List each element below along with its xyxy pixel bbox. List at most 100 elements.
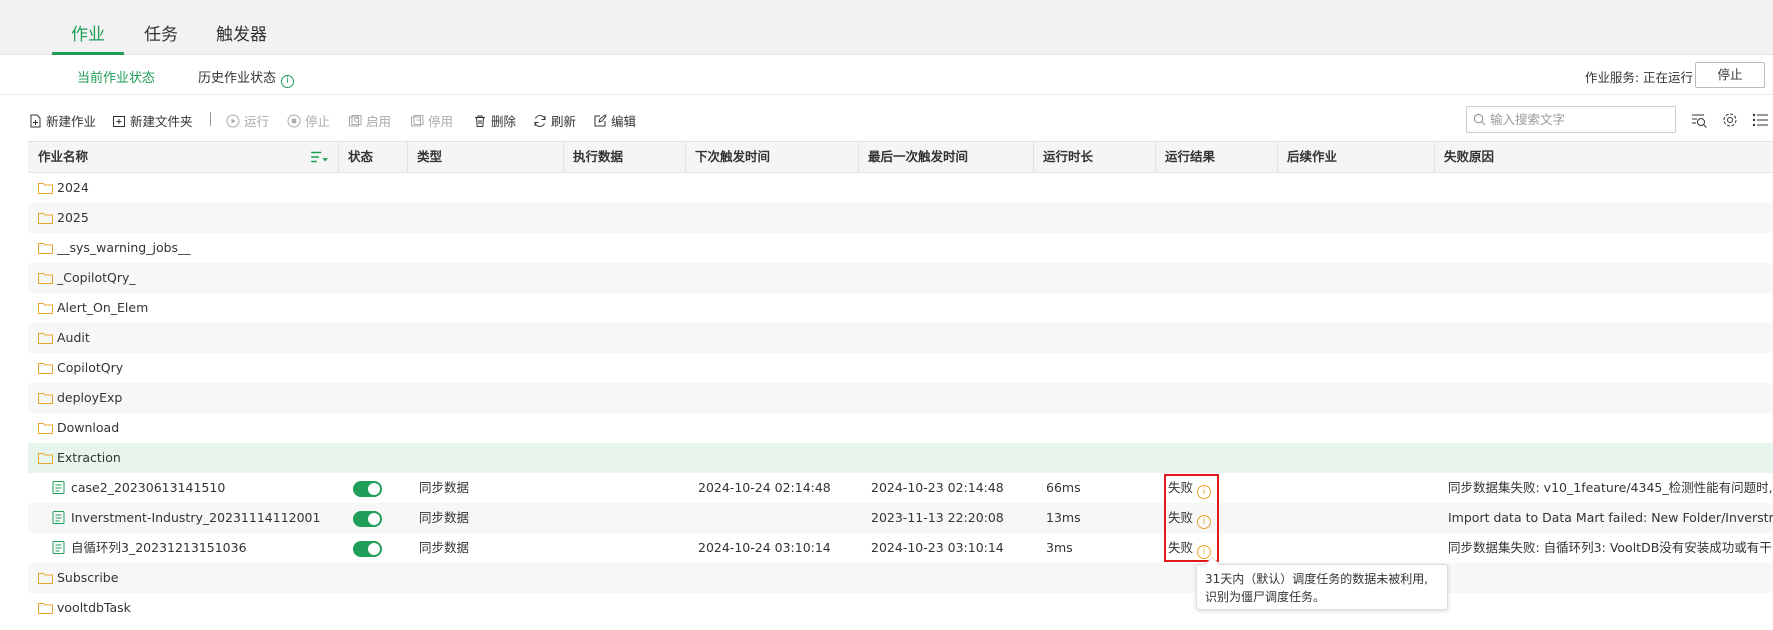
- folder-row[interactable]: Audit: [28, 323, 1773, 353]
- folder-name: __sys_warning_jobs__: [57, 240, 191, 255]
- folder-row[interactable]: _CopilotQry_: [28, 263, 1773, 293]
- folder-name: Subscribe: [57, 570, 119, 585]
- search-icon: [1473, 113, 1486, 126]
- col-status[interactable]: 状态: [338, 142, 373, 172]
- settings-icon[interactable]: [1721, 111, 1739, 129]
- folder-icon: [38, 452, 53, 464]
- folder-row[interactable]: deployExp: [28, 383, 1773, 413]
- job-type: 同步数据: [419, 480, 470, 495]
- col-last-trigger[interactable]: 最后一次触发时间: [858, 142, 968, 172]
- col-fail-reason[interactable]: 失败原因: [1434, 142, 1494, 172]
- folder-name: Audit: [57, 330, 90, 345]
- col-result[interactable]: 运行结果: [1155, 142, 1215, 172]
- table-body: 2024 2025 __sys_warning_jobs__ _CopilotQry_…: [28, 173, 1773, 623]
- enable-button[interactable]: 启用: [348, 111, 391, 130]
- col-exec-data[interactable]: 执行数据: [563, 142, 623, 172]
- folder-icon: [38, 332, 53, 344]
- run-duration: 13ms: [1046, 510, 1081, 525]
- folder-row[interactable]: Download: [28, 413, 1773, 443]
- col-type[interactable]: 类型: [407, 142, 442, 172]
- fail-reason: Import data to Data Mart failed: New Fol…: [1448, 510, 1773, 525]
- trash-icon: [473, 114, 487, 128]
- folder-name: 2024: [57, 180, 89, 195]
- result-highlight-box: [1164, 474, 1219, 562]
- tooltip-line-1: 31天内（默认）调度任务的数据未被利用,: [1205, 572, 1429, 586]
- folder-name: CopilotQry: [57, 360, 124, 375]
- search-input[interactable]: [1490, 112, 1670, 127]
- fail-reason: 同步数据集失败: 自循环列3: VooltDB没有安装成功或有干: [1448, 540, 1772, 555]
- refresh-button[interactable]: 刷新: [533, 111, 576, 130]
- folder-row[interactable]: __sys_warning_jobs__: [28, 233, 1773, 263]
- new-folder-icon: [112, 114, 126, 128]
- search-box[interactable]: [1466, 106, 1676, 133]
- tab-tasks[interactable]: 任务: [144, 20, 178, 45]
- stop-service-button[interactable]: 停止: [1695, 62, 1765, 88]
- tab-jobs[interactable]: 作业: [71, 20, 105, 45]
- folder-row[interactable]: vooltdbTask: [28, 593, 1773, 623]
- folder-row[interactable]: Extraction: [28, 443, 1773, 473]
- folder-row[interactable]: CopilotQry: [28, 353, 1773, 383]
- tab-history-job-status[interactable]: 历史作业状态 i: [198, 67, 295, 88]
- folder-name: 2025: [57, 210, 89, 225]
- run-duration: 66ms: [1046, 480, 1081, 495]
- folder-name: Download: [57, 420, 120, 435]
- new-file-icon: [28, 114, 42, 128]
- zombie-task-tooltip: 31天内（默认）调度任务的数据未被利用, 识别为僵尸调度任务。: [1196, 564, 1448, 610]
- sort-filter-icon[interactable]: [310, 148, 328, 164]
- job-row[interactable]: Inverstment-Industry_20231114112001 同步数据 2…: [28, 503, 1773, 533]
- folder-icon: [38, 602, 53, 614]
- toolbar: 新建作业 新建文件夹 运行 停止 启用 停用 删除 刷新 编辑: [0, 95, 1773, 144]
- last-trigger-time: 2024-10-23 03:10:14: [871, 540, 1004, 555]
- folder-name: deployExp: [57, 390, 123, 405]
- delete-button[interactable]: 删除: [473, 111, 516, 130]
- last-trigger-time: 2023-11-13 22:20:08: [871, 510, 1004, 525]
- folder-icon: [38, 392, 53, 404]
- job-type: 同步数据: [419, 540, 470, 555]
- enable-icon: [348, 114, 362, 128]
- col-followup[interactable]: 后续作业: [1277, 142, 1337, 172]
- folder-name: Alert_On_Elem: [57, 300, 149, 315]
- job-row[interactable]: 自循环列3_20231213151036 同步数据 2024-10-24 03:10…: [28, 533, 1773, 563]
- run-duration: 3ms: [1046, 540, 1073, 555]
- enable-label: 启用: [366, 114, 392, 129]
- new-job-button[interactable]: 新建作业: [28, 111, 96, 130]
- new-folder-button[interactable]: 新建文件夹: [112, 111, 193, 130]
- status-toggle[interactable]: [353, 541, 382, 557]
- disable-icon: [410, 114, 424, 128]
- tab-current-job-status[interactable]: 当前作业状态: [77, 67, 155, 86]
- run-button[interactable]: 运行: [226, 111, 269, 130]
- list-view-icon[interactable]: [1751, 111, 1769, 129]
- folder-icon: [38, 422, 53, 434]
- toolbar-divider: [210, 112, 211, 126]
- stop-icon: [287, 114, 301, 128]
- disable-button[interactable]: 停用: [410, 111, 453, 130]
- job-name: case2_20230613141510: [71, 480, 226, 495]
- col-next-trigger[interactable]: 下次触发时间: [685, 142, 770, 172]
- edit-icon: [593, 113, 607, 128]
- folder-row[interactable]: 2024: [28, 173, 1773, 203]
- job-icon: [52, 510, 65, 525]
- stop-job-label: 停止: [305, 114, 331, 129]
- col-duration[interactable]: 运行时长: [1033, 142, 1093, 172]
- job-icon: [52, 540, 65, 555]
- edit-button[interactable]: 编辑: [593, 111, 636, 130]
- folder-row[interactable]: Subscribe: [28, 563, 1773, 593]
- col-job-name[interactable]: 作业名称: [28, 142, 88, 172]
- job-name: 自循环列3_20231213151036: [71, 540, 247, 555]
- info-icon[interactable]: i: [281, 74, 295, 88]
- stop-job-button[interactable]: 停止: [287, 111, 330, 130]
- job-row[interactable]: case2_20230613141510 同步数据 2024-10-24 02:14…: [28, 473, 1773, 503]
- tab-triggers[interactable]: 触发器: [216, 20, 267, 45]
- folder-row[interactable]: 2025: [28, 203, 1773, 233]
- status-toggle[interactable]: [353, 511, 382, 527]
- folder-icon: [38, 272, 53, 284]
- folder-icon: [38, 302, 53, 314]
- status-toggle[interactable]: [353, 481, 382, 497]
- folder-icon: [38, 362, 53, 374]
- folder-icon: [38, 182, 53, 194]
- folder-row[interactable]: Alert_On_Elem: [28, 293, 1773, 323]
- jobs-table: 作业名称 状态 类型 执行数据 下次触发时间 最后一次触发时间 运行时长 运行结…: [28, 141, 1773, 623]
- filter-search-icon[interactable]: [1690, 111, 1708, 129]
- refresh-icon: [533, 114, 547, 128]
- service-status: 作业服务: 正在运行: [1584, 70, 1693, 85]
